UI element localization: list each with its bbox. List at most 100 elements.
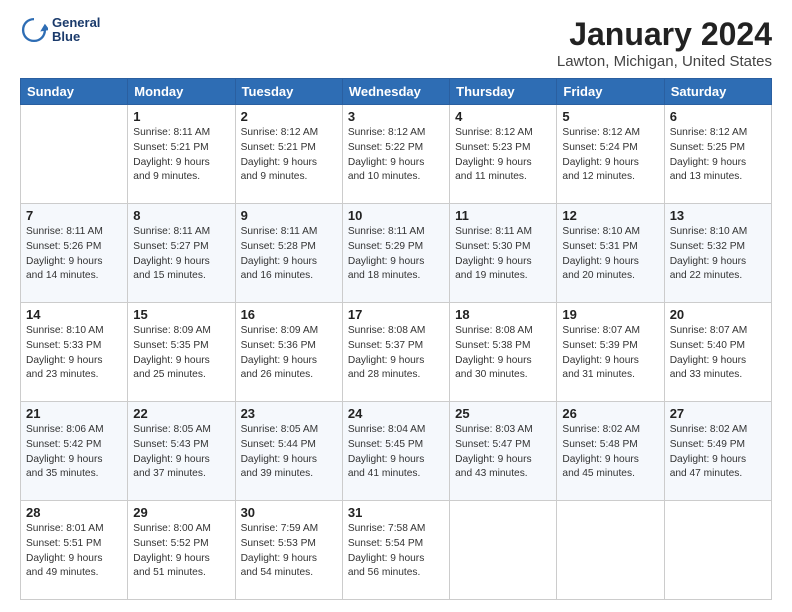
day-info: Sunrise: 8:10 AM Sunset: 5:33 PM Dayligh… bbox=[26, 324, 122, 383]
day-number: 25 bbox=[455, 406, 551, 421]
calendar-cell: 13 Sunrise: 8:10 AM Sunset: 5:32 PM Dayli… bbox=[664, 204, 771, 303]
calendar-cell: 30 Sunrise: 7:59 AM Sunset: 5:53 PM Dayli… bbox=[235, 501, 342, 600]
calendar-cell bbox=[557, 501, 664, 600]
calendar-cell bbox=[21, 105, 128, 204]
day-number: 30 bbox=[241, 505, 337, 520]
day-info: Sunrise: 8:10 AM Sunset: 5:31 PM Dayligh… bbox=[562, 225, 658, 284]
day-number: 5 bbox=[562, 109, 658, 124]
day-number: 18 bbox=[455, 307, 551, 322]
calendar-header-row: Sunday Monday Tuesday Wednesday Thursday… bbox=[21, 79, 772, 105]
day-info: Sunrise: 8:11 AM Sunset: 5:29 PM Dayligh… bbox=[348, 225, 444, 284]
day-info: Sunrise: 8:08 AM Sunset: 5:37 PM Dayligh… bbox=[348, 324, 444, 383]
day-number: 7 bbox=[26, 208, 122, 223]
header: General Blue January 2024 Lawton, Michig… bbox=[20, 16, 772, 70]
day-info: Sunrise: 7:58 AM Sunset: 5:54 PM Dayligh… bbox=[348, 522, 444, 581]
day-info: Sunrise: 8:12 AM Sunset: 5:24 PM Dayligh… bbox=[562, 126, 658, 185]
day-number: 2 bbox=[241, 109, 337, 124]
day-info: Sunrise: 8:11 AM Sunset: 5:21 PM Dayligh… bbox=[133, 126, 229, 185]
calendar-cell: 12 Sunrise: 8:10 AM Sunset: 5:31 PM Dayli… bbox=[557, 204, 664, 303]
calendar-subtitle: Lawton, Michigan, United States bbox=[557, 53, 772, 70]
calendar-cell: 14 Sunrise: 8:10 AM Sunset: 5:33 PM Dayli… bbox=[21, 303, 128, 402]
calendar-cell: 7 Sunrise: 8:11 AM Sunset: 5:26 PM Daylig… bbox=[21, 204, 128, 303]
day-info: Sunrise: 8:00 AM Sunset: 5:52 PM Dayligh… bbox=[133, 522, 229, 581]
day-info: Sunrise: 8:12 AM Sunset: 5:25 PM Dayligh… bbox=[670, 126, 766, 185]
calendar-cell: 24 Sunrise: 8:04 AM Sunset: 5:45 PM Dayli… bbox=[342, 402, 449, 501]
day-info: Sunrise: 8:11 AM Sunset: 5:28 PM Dayligh… bbox=[241, 225, 337, 284]
calendar-cell: 20 Sunrise: 8:07 AM Sunset: 5:40 PM Dayli… bbox=[664, 303, 771, 402]
calendar-cell: 27 Sunrise: 8:02 AM Sunset: 5:49 PM Dayli… bbox=[664, 402, 771, 501]
logo-text: General Blue bbox=[52, 16, 100, 45]
calendar-week-1: 1 Sunrise: 8:11 AM Sunset: 5:21 PM Daylig… bbox=[21, 105, 772, 204]
title-block: January 2024 Lawton, Michigan, United St… bbox=[557, 16, 772, 70]
day-number: 4 bbox=[455, 109, 551, 124]
calendar-cell: 17 Sunrise: 8:08 AM Sunset: 5:37 PM Dayli… bbox=[342, 303, 449, 402]
day-info: Sunrise: 8:04 AM Sunset: 5:45 PM Dayligh… bbox=[348, 423, 444, 482]
calendar-cell: 18 Sunrise: 8:08 AM Sunset: 5:38 PM Dayli… bbox=[450, 303, 557, 402]
day-info: Sunrise: 8:12 AM Sunset: 5:21 PM Dayligh… bbox=[241, 126, 337, 185]
day-info: Sunrise: 8:09 AM Sunset: 5:36 PM Dayligh… bbox=[241, 324, 337, 383]
day-number: 13 bbox=[670, 208, 766, 223]
day-number: 19 bbox=[562, 307, 658, 322]
day-info: Sunrise: 8:11 AM Sunset: 5:27 PM Dayligh… bbox=[133, 225, 229, 284]
calendar-cell: 5 Sunrise: 8:12 AM Sunset: 5:24 PM Daylig… bbox=[557, 105, 664, 204]
day-info: Sunrise: 7:59 AM Sunset: 5:53 PM Dayligh… bbox=[241, 522, 337, 581]
logo: General Blue bbox=[20, 16, 100, 45]
day-number: 9 bbox=[241, 208, 337, 223]
calendar-cell: 1 Sunrise: 8:11 AM Sunset: 5:21 PM Daylig… bbox=[128, 105, 235, 204]
calendar-cell: 31 Sunrise: 7:58 AM Sunset: 5:54 PM Dayli… bbox=[342, 501, 449, 600]
logo-icon bbox=[20, 16, 48, 44]
calendar-title: January 2024 bbox=[557, 16, 772, 53]
calendar-cell: 15Sunrise: 8:09 AM Sunset: 5:35 PM Dayli… bbox=[128, 303, 235, 402]
day-number: 23 bbox=[241, 406, 337, 421]
calendar-cell: 4 Sunrise: 8:12 AM Sunset: 5:23 PM Daylig… bbox=[450, 105, 557, 204]
calendar-cell: 21Sunrise: 8:06 AM Sunset: 5:42 PM Dayli… bbox=[21, 402, 128, 501]
day-number: 14 bbox=[26, 307, 122, 322]
day-number: 21 bbox=[26, 406, 122, 421]
calendar-cell: 10Sunrise: 8:11 AM Sunset: 5:29 PM Dayli… bbox=[342, 204, 449, 303]
calendar-cell: 25 Sunrise: 8:03 AM Sunset: 5:47 PM Dayli… bbox=[450, 402, 557, 501]
page: General Blue January 2024 Lawton, Michig… bbox=[0, 0, 792, 612]
day-number: 15 bbox=[133, 307, 229, 322]
day-info: Sunrise: 8:07 AM Sunset: 5:40 PM Dayligh… bbox=[670, 324, 766, 383]
day-number: 11 bbox=[455, 208, 551, 223]
day-number: 8 bbox=[133, 208, 229, 223]
day-number: 17 bbox=[348, 307, 444, 322]
day-info: Sunrise: 8:12 AM Sunset: 5:23 PM Dayligh… bbox=[455, 126, 551, 185]
calendar-cell: 3Sunrise: 8:12 AM Sunset: 5:22 PM Daylig… bbox=[342, 105, 449, 204]
day-info: Sunrise: 8:08 AM Sunset: 5:38 PM Dayligh… bbox=[455, 324, 551, 383]
day-number: 28 bbox=[26, 505, 122, 520]
calendar-cell: 6Sunrise: 8:12 AM Sunset: 5:25 PM Daylig… bbox=[664, 105, 771, 204]
col-thursday: Thursday bbox=[450, 79, 557, 105]
day-info: Sunrise: 8:10 AM Sunset: 5:32 PM Dayligh… bbox=[670, 225, 766, 284]
col-saturday: Saturday bbox=[664, 79, 771, 105]
col-sunday: Sunday bbox=[21, 79, 128, 105]
calendar-cell: 28Sunrise: 8:01 AM Sunset: 5:51 PM Dayli… bbox=[21, 501, 128, 600]
day-info: Sunrise: 8:05 AM Sunset: 5:43 PM Dayligh… bbox=[133, 423, 229, 482]
day-number: 22 bbox=[133, 406, 229, 421]
day-number: 31 bbox=[348, 505, 444, 520]
day-info: Sunrise: 8:03 AM Sunset: 5:47 PM Dayligh… bbox=[455, 423, 551, 482]
logo-line2: Blue bbox=[52, 30, 100, 44]
day-info: Sunrise: 8:05 AM Sunset: 5:44 PM Dayligh… bbox=[241, 423, 337, 482]
day-info: Sunrise: 8:11 AM Sunset: 5:26 PM Dayligh… bbox=[26, 225, 122, 284]
day-number: 20 bbox=[670, 307, 766, 322]
day-info: Sunrise: 8:11 AM Sunset: 5:30 PM Dayligh… bbox=[455, 225, 551, 284]
calendar-week-4: 21Sunrise: 8:06 AM Sunset: 5:42 PM Dayli… bbox=[21, 402, 772, 501]
calendar-cell: 11 Sunrise: 8:11 AM Sunset: 5:30 PM Dayli… bbox=[450, 204, 557, 303]
calendar-cell: 9 Sunrise: 8:11 AM Sunset: 5:28 PM Daylig… bbox=[235, 204, 342, 303]
day-number: 12 bbox=[562, 208, 658, 223]
day-number: 27 bbox=[670, 406, 766, 421]
day-number: 1 bbox=[133, 109, 229, 124]
col-tuesday: Tuesday bbox=[235, 79, 342, 105]
col-wednesday: Wednesday bbox=[342, 79, 449, 105]
calendar-cell: 29 Sunrise: 8:00 AM Sunset: 5:52 PM Dayli… bbox=[128, 501, 235, 600]
calendar-cell: 16Sunrise: 8:09 AM Sunset: 5:36 PM Dayli… bbox=[235, 303, 342, 402]
day-number: 29 bbox=[133, 505, 229, 520]
day-info: Sunrise: 8:02 AM Sunset: 5:49 PM Dayligh… bbox=[670, 423, 766, 482]
col-monday: Monday bbox=[128, 79, 235, 105]
day-info: Sunrise: 8:07 AM Sunset: 5:39 PM Dayligh… bbox=[562, 324, 658, 383]
calendar-cell bbox=[450, 501, 557, 600]
calendar-week-5: 28Sunrise: 8:01 AM Sunset: 5:51 PM Dayli… bbox=[21, 501, 772, 600]
day-number: 24 bbox=[348, 406, 444, 421]
col-friday: Friday bbox=[557, 79, 664, 105]
